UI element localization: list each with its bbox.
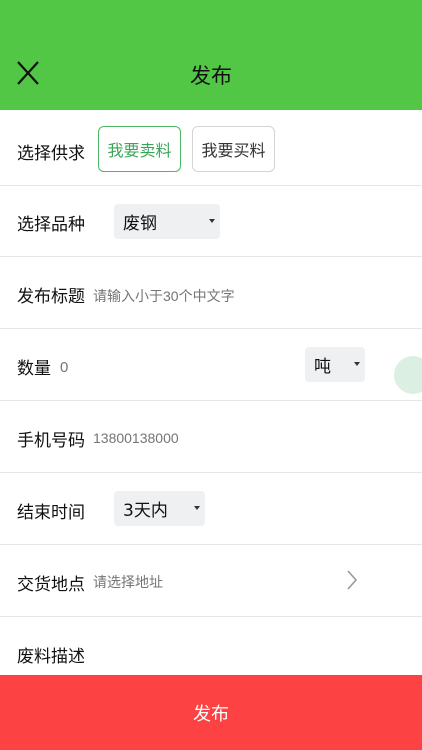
quantity-input[interactable] (60, 356, 260, 378)
quantity-label: 数量 (17, 359, 51, 379)
description-row: 废料描述 (0, 617, 422, 675)
end-time-row: 结束时间 (0, 473, 422, 545)
caret-down-icon (354, 362, 360, 366)
supply-label: 选择供求 (17, 144, 85, 164)
end-time-select[interactable]: 3天内 (114, 491, 205, 526)
description-label: 废料描述 (17, 647, 85, 667)
delivery-input[interactable] (93, 571, 333, 593)
variety-select-value: 废钢 (123, 214, 157, 234)
variety-label: 选择品种 (17, 215, 85, 235)
page-title: 发布 (190, 64, 232, 88)
phone-label: 手机号码 (17, 431, 85, 451)
unit-select-value: 吨 (314, 357, 331, 377)
buy-option-button[interactable]: 我要买料 (192, 126, 275, 172)
delivery-label: 交货地点 (17, 575, 85, 595)
title-input[interactable] (93, 285, 393, 307)
variety-select[interactable]: 废钢 (114, 204, 220, 239)
phone-input[interactable] (93, 427, 393, 449)
title-label: 发布标题 (17, 287, 85, 307)
chevron-right-icon[interactable] (345, 568, 359, 592)
caret-down-icon (194, 506, 200, 510)
sell-option-button[interactable]: 我要卖料 (98, 126, 181, 172)
app-header: 发布 (0, 0, 422, 110)
caret-down-icon (209, 219, 215, 223)
end-time-select-value: 3天内 (123, 501, 168, 521)
end-time-label: 结束时间 (17, 503, 85, 523)
unit-select[interactable]: 吨 (305, 347, 365, 382)
publish-button[interactable]: 发布 (0, 675, 422, 750)
